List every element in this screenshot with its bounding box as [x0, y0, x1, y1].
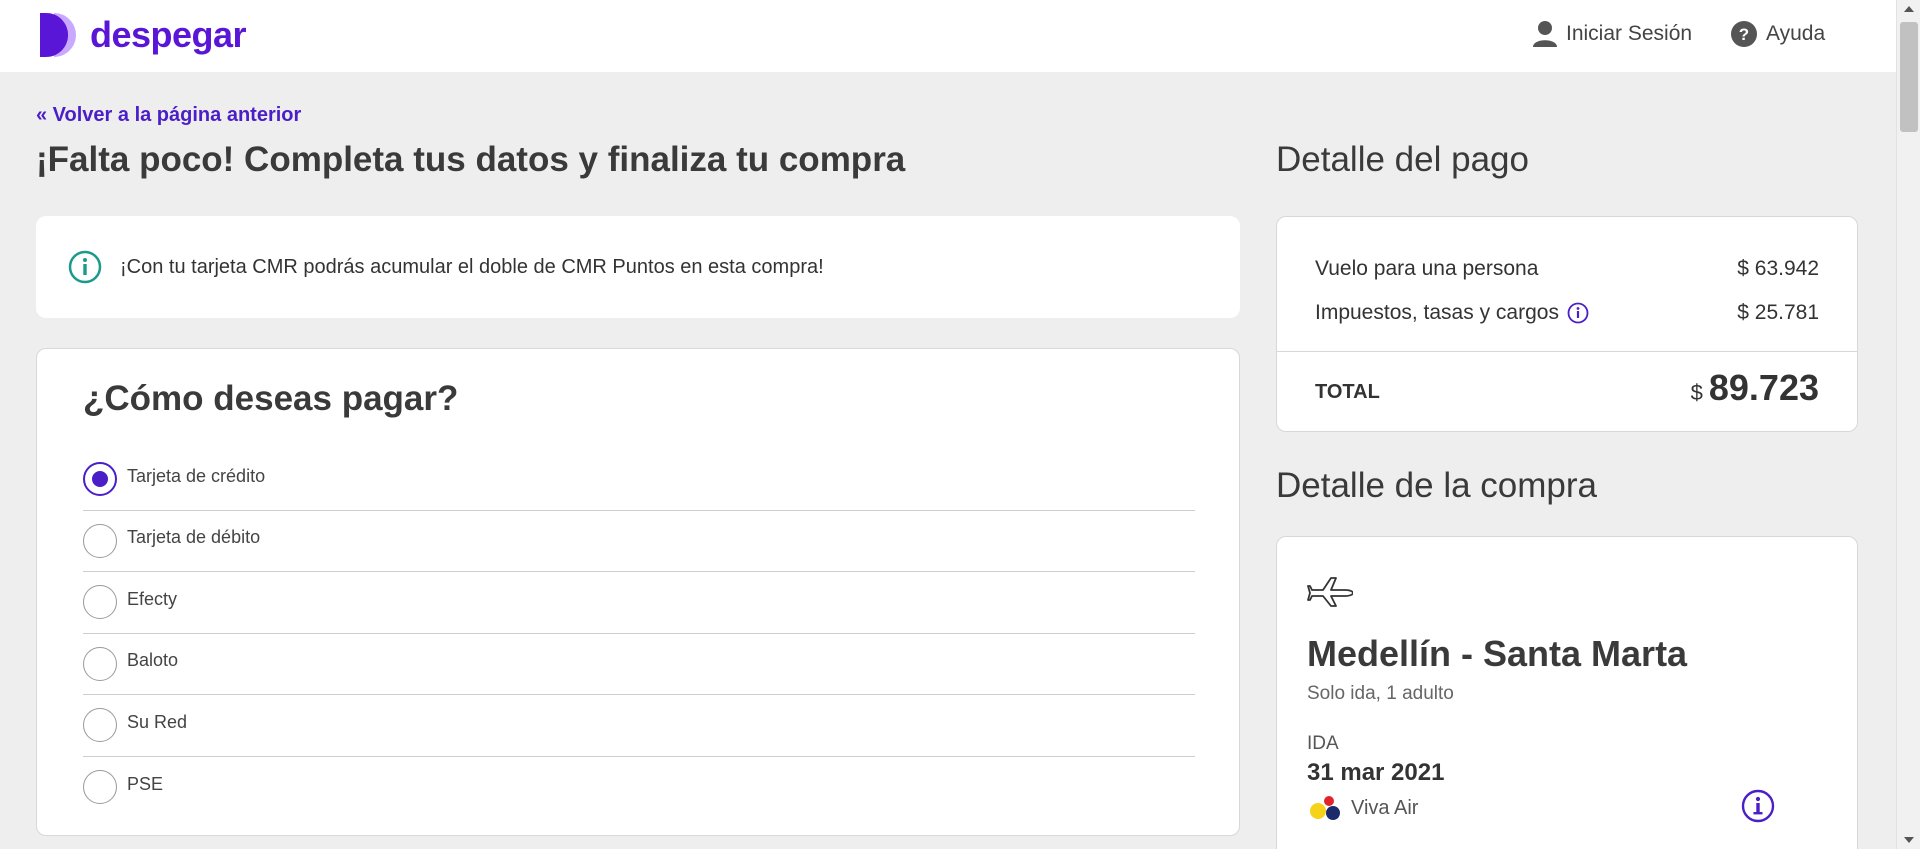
svg-text:?: ?: [1739, 25, 1749, 44]
payment-detail-title: Detalle del pago: [1276, 140, 1529, 179]
payment-method-card: ¿Cómo deseas pagar? Tarjeta de crédito T…: [36, 348, 1240, 836]
radio-efecty[interactable]: [83, 585, 117, 620]
payment-summary-card: Vuelo para una persona $ 63.942 Impuesto…: [1276, 216, 1858, 432]
option-label: Tarjeta de crédito: [127, 465, 266, 486]
payment-option-sured[interactable]: Su Red: [83, 695, 1195, 757]
brand-name: despegar: [90, 14, 247, 55]
taxes-row: Impuestos, tasas y cargos $ 25.781: [1315, 301, 1819, 325]
scroll-up-icon[interactable]: [1904, 6, 1914, 12]
leg-date: 31 mar 2021: [1307, 759, 1445, 786]
radio-baloto[interactable]: [83, 646, 117, 681]
purchase-detail-title: Detalle de la compra: [1276, 466, 1597, 505]
radio-pse[interactable]: [83, 770, 117, 805]
logo-mark-icon: [36, 10, 86, 60]
airline-name: Viva Air: [1351, 796, 1419, 819]
login-label: Iniciar Sesión: [1566, 22, 1693, 45]
payment-option-debit[interactable]: Tarjeta de débito: [83, 511, 1195, 572]
option-label: PSE: [127, 773, 164, 794]
flight-value: $ 63.942: [1737, 257, 1819, 280]
taxes-label: Impuestos, tasas y cargos: [1315, 301, 1559, 324]
trip-subinfo: Solo ida, 1 adulto: [1307, 683, 1454, 704]
taxes-value: $ 25.781: [1737, 301, 1819, 324]
total-value: $ 89.723: [1691, 367, 1819, 409]
info-circle-icon: [68, 250, 102, 284]
airline-info: Viva Air: [1307, 793, 1418, 823]
total-currency: $: [1690, 380, 1703, 405]
user-icon: [1533, 21, 1557, 47]
option-label: Tarjeta de débito: [127, 527, 261, 548]
leg-label: IDA: [1307, 733, 1339, 754]
login-link[interactable]: Iniciar Sesión: [1532, 20, 1692, 48]
summary-divider: [1277, 351, 1857, 352]
flight-label: Vuelo para una persona: [1315, 257, 1539, 280]
option-label: Baloto: [127, 650, 179, 671]
page-scrollbar[interactable]: [1896, 0, 1920, 849]
total-label: TOTAL: [1315, 381, 1380, 403]
payment-option-credit[interactable]: Tarjeta de crédito: [83, 449, 1195, 511]
flight-price-row: Vuelo para una persona $ 63.942: [1315, 257, 1819, 281]
total-amount: 89.723: [1708, 367, 1819, 408]
help-link[interactable]: ? Ayuda: [1730, 20, 1825, 48]
scroll-thumb[interactable]: [1900, 22, 1918, 132]
taxes-info-icon[interactable]: [1567, 302, 1589, 324]
payment-options: Tarjeta de crédito Tarjeta de débito Efe…: [83, 449, 1195, 818]
help-icon: ?: [1731, 21, 1757, 47]
back-link[interactable]: « Volver a la página anterior: [36, 104, 301, 127]
flight-info-icon[interactable]: [1741, 789, 1775, 823]
scroll-down-icon[interactable]: [1904, 837, 1914, 843]
option-label: Efecty: [127, 588, 178, 609]
page-title: ¡Falta poco! Completa tus datos y finali…: [36, 140, 906, 179]
help-label: Ayuda: [1766, 22, 1826, 45]
route-title: Medellín - Santa Marta: [1307, 633, 1688, 674]
radio-debit[interactable]: [83, 523, 117, 558]
payment-option-pse[interactable]: PSE: [83, 757, 1195, 819]
cmr-info-text: ¡Con tu tarjeta CMR podrás acumular el d…: [120, 255, 824, 278]
payment-option-efecty[interactable]: Efecty: [83, 572, 1195, 634]
option-label: Su Red: [127, 711, 188, 732]
payment-option-baloto[interactable]: Baloto: [83, 634, 1195, 695]
top-header: despegar Iniciar Sesión ? Ayuda: [0, 0, 1896, 72]
despegar-logo[interactable]: despegar: [36, 10, 247, 60]
payment-title: ¿Cómo deseas pagar?: [83, 379, 459, 418]
cmr-info-banner: ¡Con tu tarjeta CMR podrás acumular el d…: [36, 216, 1240, 318]
radio-credit[interactable]: [83, 462, 117, 497]
radio-sured[interactable]: [83, 708, 117, 743]
purchase-detail-card: Medellín - Santa Marta Solo ida, 1 adult…: [1276, 536, 1858, 849]
airplane-icon: [1307, 577, 1353, 607]
viva-air-logo-icon: [1310, 796, 1340, 820]
